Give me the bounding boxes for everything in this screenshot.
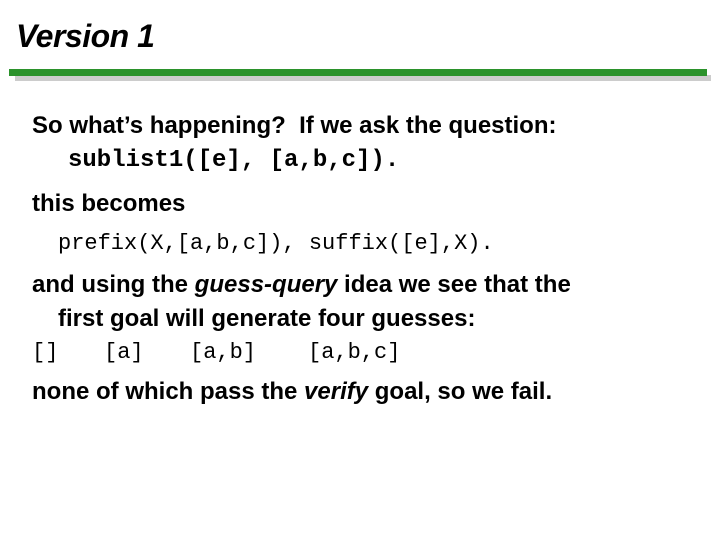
guess-item: [a,b,c] — [308, 340, 401, 365]
this-becomes-text: this becomes — [32, 190, 186, 217]
verify-term: verify — [304, 378, 369, 405]
guess-item: [] — [32, 340, 59, 365]
four-guesses-text: first goal will generate four guesses: — [58, 305, 476, 332]
guess-item: [a,b] — [190, 340, 257, 365]
conclusion-text-pre: none of which pass the — [32, 378, 305, 405]
slide-title: Version 1 — [16, 18, 155, 54]
guess-query-term: guess-query — [194, 271, 338, 298]
title-underline-bar — [9, 69, 707, 76]
guess-item: [a] — [104, 340, 144, 365]
conclusion-text-post: goal, so we fail. — [368, 378, 553, 405]
guess-query-text-pre: and using the — [32, 271, 195, 298]
conclusion-text: none of which pass the verify goal, so w… — [32, 377, 552, 407]
query-code: sublist1([e], [a,b,c]). — [68, 147, 400, 174]
intro-question-text: So what’s happening? If we ask the quest… — [32, 112, 557, 139]
guess-query-text-post: idea we see that the — [337, 271, 571, 298]
becomes-code: prefix(X,[a,b,c]), suffix([e],X). — [58, 231, 494, 256]
guess-query-text: and using the guess-query idea we see th… — [32, 270, 571, 300]
